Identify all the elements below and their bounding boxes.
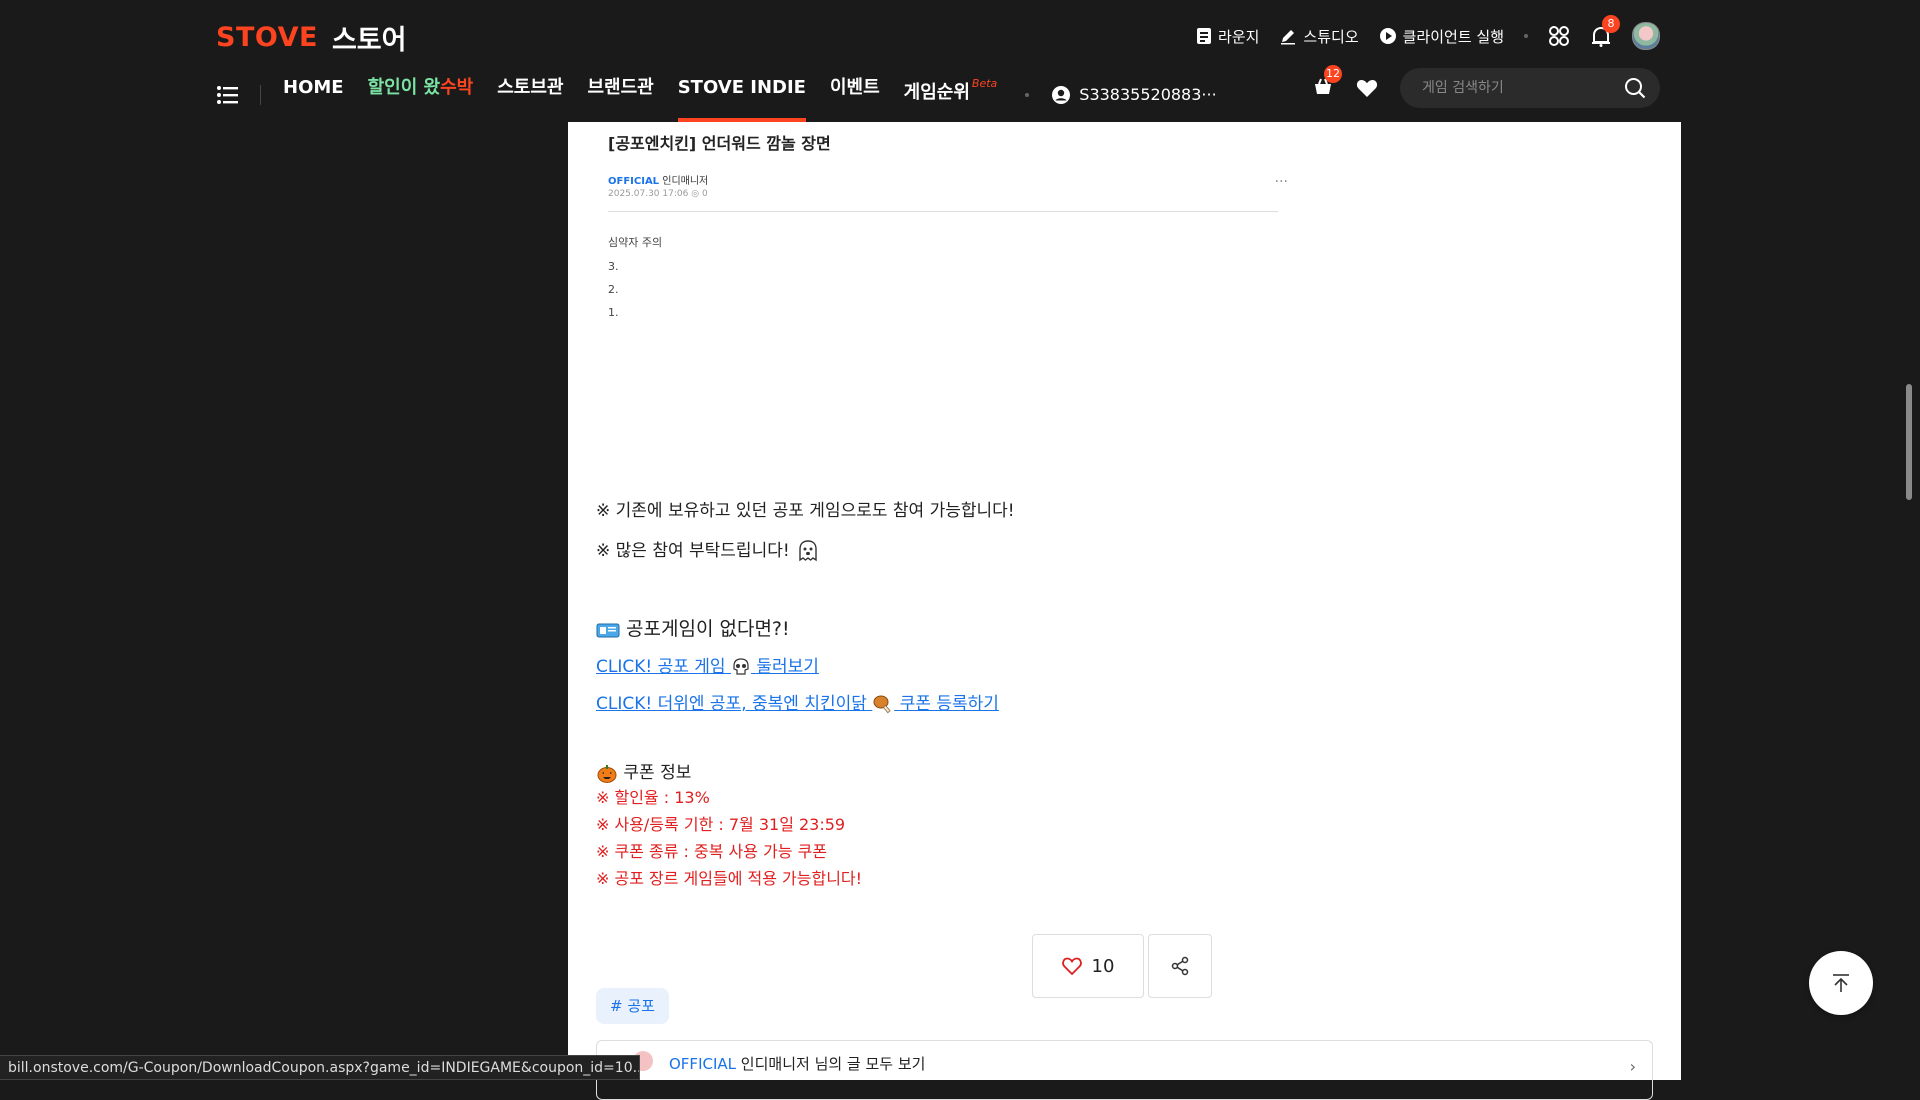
user-icon (1052, 86, 1071, 104)
ghost-icon (799, 540, 817, 562)
embed-number: 1. (608, 306, 619, 319)
arrow-up-icon (1833, 974, 1849, 992)
notification-button[interactable]: 8 (1590, 15, 1620, 47)
ticket-icon (596, 623, 620, 637)
store-label[interactable]: 스토어 (332, 18, 407, 57)
embedded-post-screenshot: [공포엔치킨] 언더워드 깜놀 장면 OFFICIAL 인디매니저 2025.0… (608, 122, 1288, 319)
link2-text-b: 쿠폰 등록하기 (899, 694, 999, 714)
note-participation-text: ※ 많은 참여 부탁드립니다! (596, 541, 790, 561)
more-dots-icon: ··· (1274, 174, 1288, 190)
sale-label-part1: 할인이 왔 (367, 77, 441, 98)
embed-warning: 심약자 주의 (608, 236, 663, 249)
main-nav: HOME 할인이 왔수박 스토브관 브랜드관 STOVE INDIE 이벤트 게… (216, 68, 1217, 122)
brand-logo[interactable]: STOVE (216, 22, 318, 53)
share-button[interactable] (1148, 934, 1212, 998)
nav-separator-dot (1025, 93, 1030, 97)
heart-outline-icon (1061, 957, 1082, 975)
menu-list-icon[interactable] (216, 85, 240, 105)
apps-grid-icon (1549, 26, 1569, 46)
author-posts-text: OFFICIAL 인디매니저 님의 글 모두 보기 (669, 1053, 925, 1074)
top-header: STOVE 스토어 라운지 스튜디오 클라이언트 실행 8 HOME 할인이 왔… (0, 0, 1890, 122)
sale-label-part2: 수박 (440, 77, 474, 98)
lounge-icon (1197, 28, 1212, 44)
embed-number: 3. (608, 260, 619, 273)
chicken-leg-icon (873, 695, 891, 714)
nav-ranking[interactable]: 게임순위 Beta (904, 68, 998, 122)
search-box (1400, 68, 1660, 108)
nav-right: 12 (1312, 65, 1660, 108)
nav-brand[interactable]: 브랜드관 (587, 68, 653, 122)
note-existing-games: ※ 기존에 보유하고 있던 공포 게임으로도 참여 가능합니다! (596, 501, 1015, 521)
author-official-badge: OFFICIAL (669, 1055, 737, 1073)
scroll-to-top-button[interactable] (1809, 951, 1873, 1015)
play-icon (1379, 28, 1396, 44)
cart-button[interactable]: 12 (1312, 65, 1342, 101)
stove-store-logo[interactable]: STOVE 스토어 (216, 18, 406, 57)
separator-dot (1524, 34, 1528, 38)
embed-date-row: 2025.07.30 17:06 ◎ 0 (608, 189, 1288, 199)
profile-avatar[interactable] (1632, 22, 1660, 50)
embed-views: 0 (701, 189, 708, 199)
hashtag-horror[interactable]: # 공포 (596, 988, 669, 1024)
user-id: S33835520883··· (1079, 85, 1217, 104)
author-posts-link[interactable]: OFFICIAL 인디매니저 님의 글 모두 보기 › (596, 1040, 1653, 1100)
no-horror-game-heading: 공포게임이 없다면?! (596, 614, 790, 641)
search-icon[interactable] (1624, 77, 1646, 99)
post-content-panel: [공포엔치킨] 언더워드 깜놀 장면 OFFICIAL 인디매니저 2025.0… (568, 122, 1681, 1100)
client-label: 클라이언트 실행 (1402, 27, 1504, 46)
browser-status-url: bill.onstove.com/G-Coupon/DownloadCoupon… (0, 1055, 640, 1080)
embed-official-badge: OFFICIAL (608, 176, 660, 187)
page-scrollbar-track[interactable] (1890, 0, 1920, 1080)
search-input[interactable] (1420, 79, 1624, 97)
link1-text-a: CLICK! 공포 게임 (596, 657, 726, 677)
like-button[interactable]: 10 (1032, 934, 1144, 998)
coupon-deadline: ※ 사용/등록 기한 : 7월 31일 23:59 (596, 815, 846, 834)
client-launch-link[interactable]: 클라이언트 실행 (1379, 26, 1504, 47)
page-scrollbar-thumb[interactable] (1906, 384, 1912, 500)
coupon-discount-rate: ※ 할인율 : 13% (596, 788, 710, 807)
nav-sale-event[interactable]: 할인이 왔수박 (368, 68, 474, 122)
embed-date: 2025.07.30 17:06 (608, 189, 689, 199)
wishlist-heart-icon[interactable] (1356, 78, 1378, 98)
pen-icon (1281, 30, 1296, 45)
heading-text: 공포게임이 없다면?! (626, 618, 790, 640)
apps-button[interactable] (1548, 25, 1570, 47)
embed-number: 2. (608, 283, 619, 296)
embed-title: [공포엔치킨] 언더워드 깜놀 장면 (608, 134, 831, 153)
nav-divider (260, 85, 261, 105)
lounge-link[interactable]: 라운지 (1196, 26, 1259, 47)
pumpkin-icon (597, 765, 617, 783)
notification-badge: 8 (1602, 15, 1620, 33)
coupon-applicable: ※ 공포 장르 게임들에 적용 가능합니다! (596, 869, 863, 888)
coupon-type: ※ 쿠폰 종류 : 중복 사용 가능 쿠폰 (596, 842, 828, 861)
ranking-label: 게임순위 (903, 82, 970, 103)
embed-author: OFFICIAL 인디매니저 (608, 172, 1288, 187)
studio-label: 스튜디오 (1303, 27, 1359, 46)
link1-text-b: 둘러보기 (756, 657, 819, 677)
author-posts-label: 인디매니저 님의 글 모두 보기 (740, 1055, 926, 1073)
note-participation: ※ 많은 참여 부탁드립니다! (596, 536, 821, 564)
coupon-register-link[interactable]: CLICK! 더위엔 공포, 중복엔 치킨이닭 쿠폰 등록하기 (596, 689, 999, 715)
browse-horror-games-link[interactable]: CLICK! 공포 게임 둘러보기 (596, 652, 819, 677)
coupon-info-heading: 쿠폰 정보 (596, 758, 691, 784)
nav-home[interactable]: HOME (283, 68, 344, 122)
beta-label: Beta (971, 77, 998, 90)
link2-text-a: CLICK! 더위엔 공포, 중복엔 치킨이닭 (596, 694, 867, 714)
share-icon (1171, 956, 1189, 976)
utility-bar: 라운지 스튜디오 클라이언트 실행 8 (1196, 15, 1660, 50)
eye-icon: ◎ (691, 189, 700, 199)
lounge-label: 라운지 (1218, 27, 1260, 46)
chevron-right-icon: › (1629, 1057, 1636, 1076)
embed-divider (608, 211, 1278, 212)
coupon-heading-text: 쿠폰 정보 (623, 763, 692, 783)
skull-icon (733, 658, 749, 675)
embed-author-name: 인디매니저 (662, 176, 709, 187)
like-count: 10 (1091, 955, 1115, 977)
nav-stove-indie[interactable]: STOVE INDIE (677, 68, 807, 122)
studio-link[interactable]: 스튜디오 (1279, 26, 1359, 47)
user-account-menu[interactable]: S33835520883··· (1051, 68, 1217, 122)
cart-badge: 12 (1324, 65, 1342, 83)
nav-event[interactable]: 이벤트 (830, 68, 880, 122)
nav-stove-brand[interactable]: 스토브관 (497, 68, 563, 122)
